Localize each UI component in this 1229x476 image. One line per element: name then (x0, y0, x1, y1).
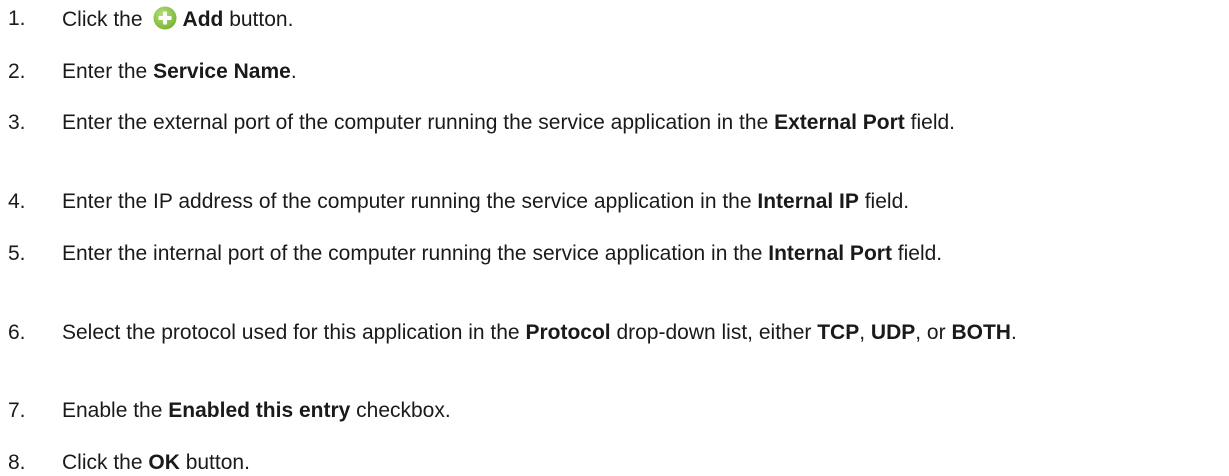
enabled-entry-label: Enabled this entry (168, 399, 351, 422)
step-text: Enter the Service Name. (62, 60, 297, 83)
step-text: Select the protocol used for this applic… (62, 321, 1017, 344)
step-text: Enable the Enabled this entry checkbox. (62, 399, 451, 422)
step-number: 5. (8, 242, 26, 265)
protocol-label: Protocol (525, 321, 611, 344)
step-text-pre: Click the (62, 8, 143, 31)
udp-label: UDP (870, 321, 916, 344)
add-label: Add (182, 8, 224, 31)
step-text: Enter the IP address of the computer run… (62, 190, 910, 213)
step-number: 7. (8, 399, 26, 422)
internal-ip-label: Internal IP (757, 190, 859, 213)
step-text: Click the OK button. (62, 451, 250, 474)
step-text: Click the Add button. (62, 6, 294, 31)
step-number: 2. (8, 60, 26, 83)
step-number: 1. (8, 7, 26, 30)
step-text: Enter the internal port of the computer … (62, 242, 943, 265)
plus-circle-icon (153, 6, 177, 30)
step-number: 4. (8, 190, 26, 213)
both-label: BOTH (951, 321, 1011, 344)
external-port-label: External Port (774, 111, 905, 134)
tcp-label: TCP (817, 321, 860, 344)
step-number: 8. (8, 451, 26, 474)
ok-label: OK (148, 451, 180, 474)
step-text: Enter the external port of the computer … (62, 111, 956, 134)
internal-port-label: Internal Port (768, 242, 892, 265)
step-number: 3. (8, 111, 26, 134)
service-name-label: Service Name (153, 60, 291, 83)
step-number: 6. (8, 321, 26, 344)
